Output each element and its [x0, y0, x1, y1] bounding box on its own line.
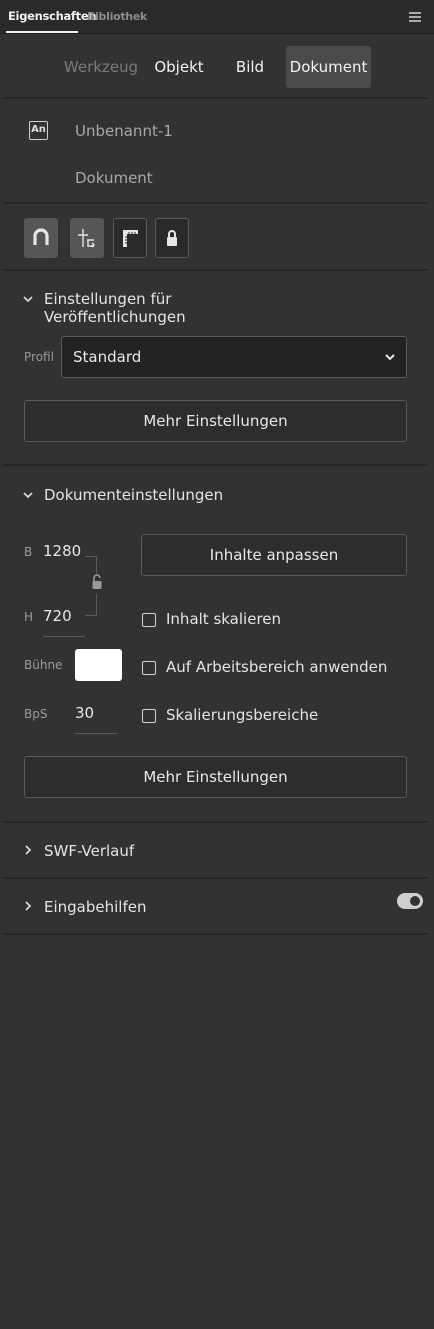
fps-field[interactable]: 30: [75, 704, 117, 726]
scale-content-label: Inhalt skalieren: [166, 610, 282, 628]
ruler-icon: [123, 230, 138, 247]
document-type: Dokument: [75, 169, 153, 187]
mode-tab-bild[interactable]: Bild: [226, 46, 274, 88]
publish-more-settings-button[interactable]: Mehr Einstellungen: [24, 400, 407, 442]
lock-guides-button[interactable]: [155, 218, 189, 258]
divider: [3, 933, 428, 935]
field-underline: [43, 636, 85, 637]
magnet-icon: [33, 228, 49, 245]
apply-to-pasteboard-checkbox[interactable]: [142, 661, 156, 675]
link-bracket: [85, 556, 97, 576]
divider: [3, 877, 428, 879]
stage-label: Bühne: [24, 658, 63, 672]
document-name: Unbenannt-1: [75, 122, 173, 140]
swf-history-header[interactable]: SWF-Verlauf: [0, 836, 300, 866]
profile-label: Profil: [24, 350, 54, 364]
hamburger-menu-icon[interactable]: [409, 12, 421, 22]
chevron-down-icon: [385, 354, 395, 361]
section-title: Dokumenteinstellungen: [44, 486, 224, 504]
snap-guides-button[interactable]: [70, 218, 104, 258]
section-title: Eingabehilfen: [44, 898, 147, 916]
apply-to-pasteboard-label: Auf Arbeitsbereich anwenden: [166, 658, 388, 676]
field-underline: [75, 733, 117, 734]
accessibility-toggle[interactable]: [397, 893, 423, 909]
tab-eigenschaften[interactable]: Eigenschaften: [8, 9, 97, 23]
divider: [3, 464, 428, 466]
divider: [3, 821, 428, 823]
ruler-button[interactable]: [113, 218, 147, 258]
panel-header: Eigenschaften Bibliothek »: [0, 0, 434, 34]
mode-tab-werkzeug[interactable]: Werkzeug: [62, 46, 140, 88]
tab-bibliothek[interactable]: Bibliothek: [87, 10, 147, 23]
chevron-down-icon: [23, 296, 33, 303]
chevron-right-icon: [25, 901, 32, 911]
snap-guides-icon: [78, 229, 95, 248]
scale-regions-label: Skalierungsbereiche: [166, 706, 319, 724]
accessibility-header[interactable]: Eingabehilfen: [0, 892, 300, 922]
divider: [3, 97, 428, 99]
stage-color-swatch[interactable]: [75, 649, 122, 681]
mode-tab-dokument[interactable]: Dokument: [286, 46, 371, 88]
toggle-knob: [410, 896, 420, 906]
height-field[interactable]: 720: [43, 607, 87, 629]
mode-tab-objekt[interactable]: Objekt: [150, 46, 208, 88]
document-settings-header[interactable]: Dokumenteinstellungen: [0, 480, 300, 510]
width-label: B: [24, 545, 33, 559]
width-field[interactable]: 1280: [43, 542, 87, 564]
divider: [3, 202, 428, 204]
scale-content-checkbox[interactable]: [142, 613, 156, 627]
active-tab-indicator: [6, 31, 78, 33]
animate-document-icon: An: [29, 121, 48, 140]
height-label: H: [24, 610, 34, 624]
scale-regions-checkbox[interactable]: [142, 709, 156, 723]
fit-content-button[interactable]: Inhalte anpassen: [141, 534, 407, 576]
divider: [3, 269, 428, 271]
unlock-aspect-icon[interactable]: [91, 574, 103, 590]
chevron-down-icon: [23, 492, 33, 499]
profile-select[interactable]: Standard: [61, 336, 407, 378]
lock-icon: [167, 230, 177, 246]
document-more-settings-button[interactable]: Mehr Einstellungen: [24, 756, 407, 798]
section-title: SWF-Verlauf: [44, 842, 135, 860]
collapse-panel-icon[interactable]: »: [412, 0, 418, 4]
snap-magnet-button[interactable]: [24, 218, 58, 258]
publish-settings-header[interactable]: Einstellungen für Veröffentlichungen: [0, 284, 300, 326]
chevron-right-icon: [25, 845, 32, 855]
profile-value: Standard: [73, 348, 142, 366]
fps-label: BpS: [24, 707, 48, 721]
section-title: Einstellungen für Veröffentlichungen: [44, 290, 186, 326]
